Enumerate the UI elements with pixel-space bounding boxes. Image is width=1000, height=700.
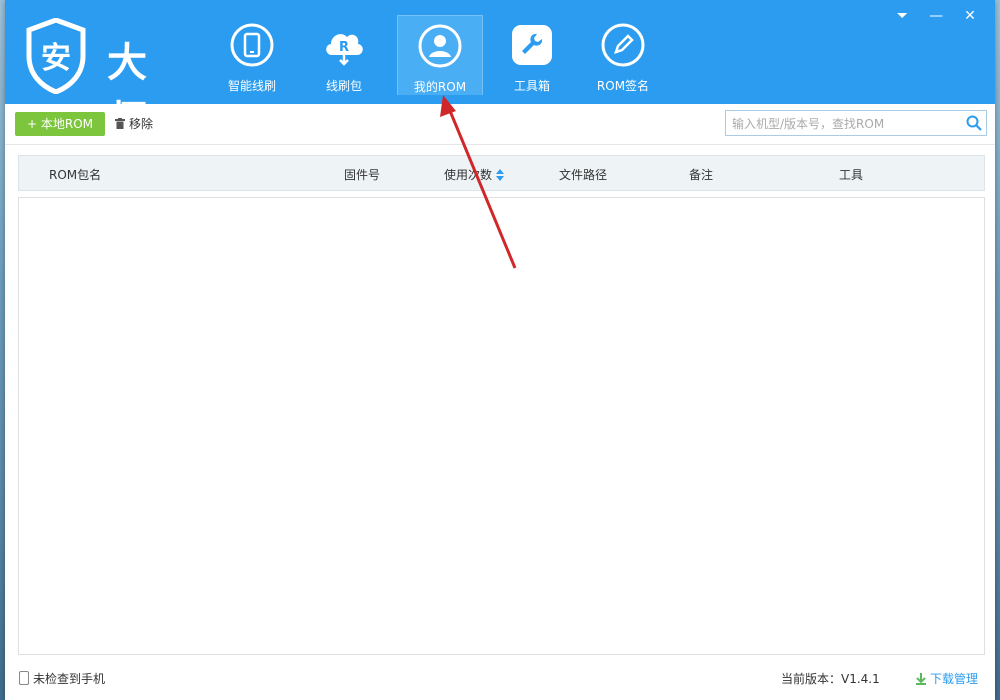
version-label: 当前版本：V1.4.1 xyxy=(781,672,880,686)
nav-smart-flash[interactable]: 智能线刷 xyxy=(210,15,294,95)
phone-refresh-icon xyxy=(230,23,274,67)
nav-label: 工具箱 xyxy=(513,79,550,93)
app-window: 安 大 师 智能线刷 R 线刷包 xyxy=(5,0,995,700)
table-header: ROM包名 固件号 使用次数 文件路径 备注 工具 xyxy=(18,155,985,191)
svg-text:R: R xyxy=(339,40,349,55)
column-header-firmware[interactable]: 固件号 xyxy=(344,166,380,183)
minimize-icon[interactable]: — xyxy=(921,8,951,24)
window-controls: ⏷ — ✕ xyxy=(887,8,985,24)
svg-text:安: 安 xyxy=(41,41,71,76)
app-logo: 安 大 师 xyxy=(25,18,200,144)
toolbar: + 本地ROM 移除 xyxy=(5,104,995,145)
status-bar: 未检查到手机 当前版本：V1.4.1 下载管理 xyxy=(5,662,995,694)
download-label: 下载管理 xyxy=(930,672,979,686)
search-box xyxy=(725,110,987,136)
search-icon[interactable] xyxy=(966,115,982,131)
rom-table-body xyxy=(18,197,985,655)
download-manager-link[interactable]: 下载管理 xyxy=(915,670,978,687)
phone-status-text: 未检查到手机 xyxy=(33,672,106,686)
nav-toolbox[interactable]: 工具箱 xyxy=(490,15,574,95)
nav-rom-signature[interactable]: ROM签名 xyxy=(581,15,665,95)
phone-icon xyxy=(19,671,29,685)
add-local-rom-button[interactable]: + 本地ROM xyxy=(15,112,105,136)
wrench-icon xyxy=(512,25,552,65)
nav-flash-package[interactable]: R 线刷包 xyxy=(302,15,386,95)
pen-icon xyxy=(601,23,645,67)
column-header-rom-name[interactable]: ROM包名 xyxy=(49,166,101,183)
sort-icon[interactable] xyxy=(496,169,505,181)
close-icon[interactable]: ✕ xyxy=(955,8,985,24)
nav-label: 我的ROM xyxy=(413,80,467,94)
column-header-file-path[interactable]: 文件路径 xyxy=(559,166,607,183)
header-bar: 安 大 师 智能线刷 R 线刷包 xyxy=(5,0,995,144)
usage-count-label: 使用次数 xyxy=(444,168,493,182)
nav-label: 线刷包 xyxy=(325,79,362,93)
column-header-tools[interactable]: 工具 xyxy=(839,166,863,183)
remove-label: 移除 xyxy=(129,117,154,131)
remove-button[interactable]: 移除 xyxy=(115,112,153,136)
cloud-r-download-icon: R xyxy=(326,34,363,66)
trash-icon xyxy=(115,118,125,129)
nav-label: ROM签名 xyxy=(596,79,650,93)
shield-logo-icon: 安 xyxy=(26,18,86,94)
menu-icon[interactable]: ⏷ xyxy=(887,8,917,24)
nav-label: 智能线刷 xyxy=(227,79,276,93)
phone-status: 未检查到手机 xyxy=(19,670,105,687)
column-header-usage-count[interactable]: 使用次数 xyxy=(444,166,505,183)
column-header-notes[interactable]: 备注 xyxy=(689,166,713,183)
user-icon xyxy=(418,24,462,68)
nav-my-rom[interactable]: 我的ROM xyxy=(397,15,483,95)
download-icon xyxy=(916,673,926,685)
search-input[interactable] xyxy=(730,113,964,135)
